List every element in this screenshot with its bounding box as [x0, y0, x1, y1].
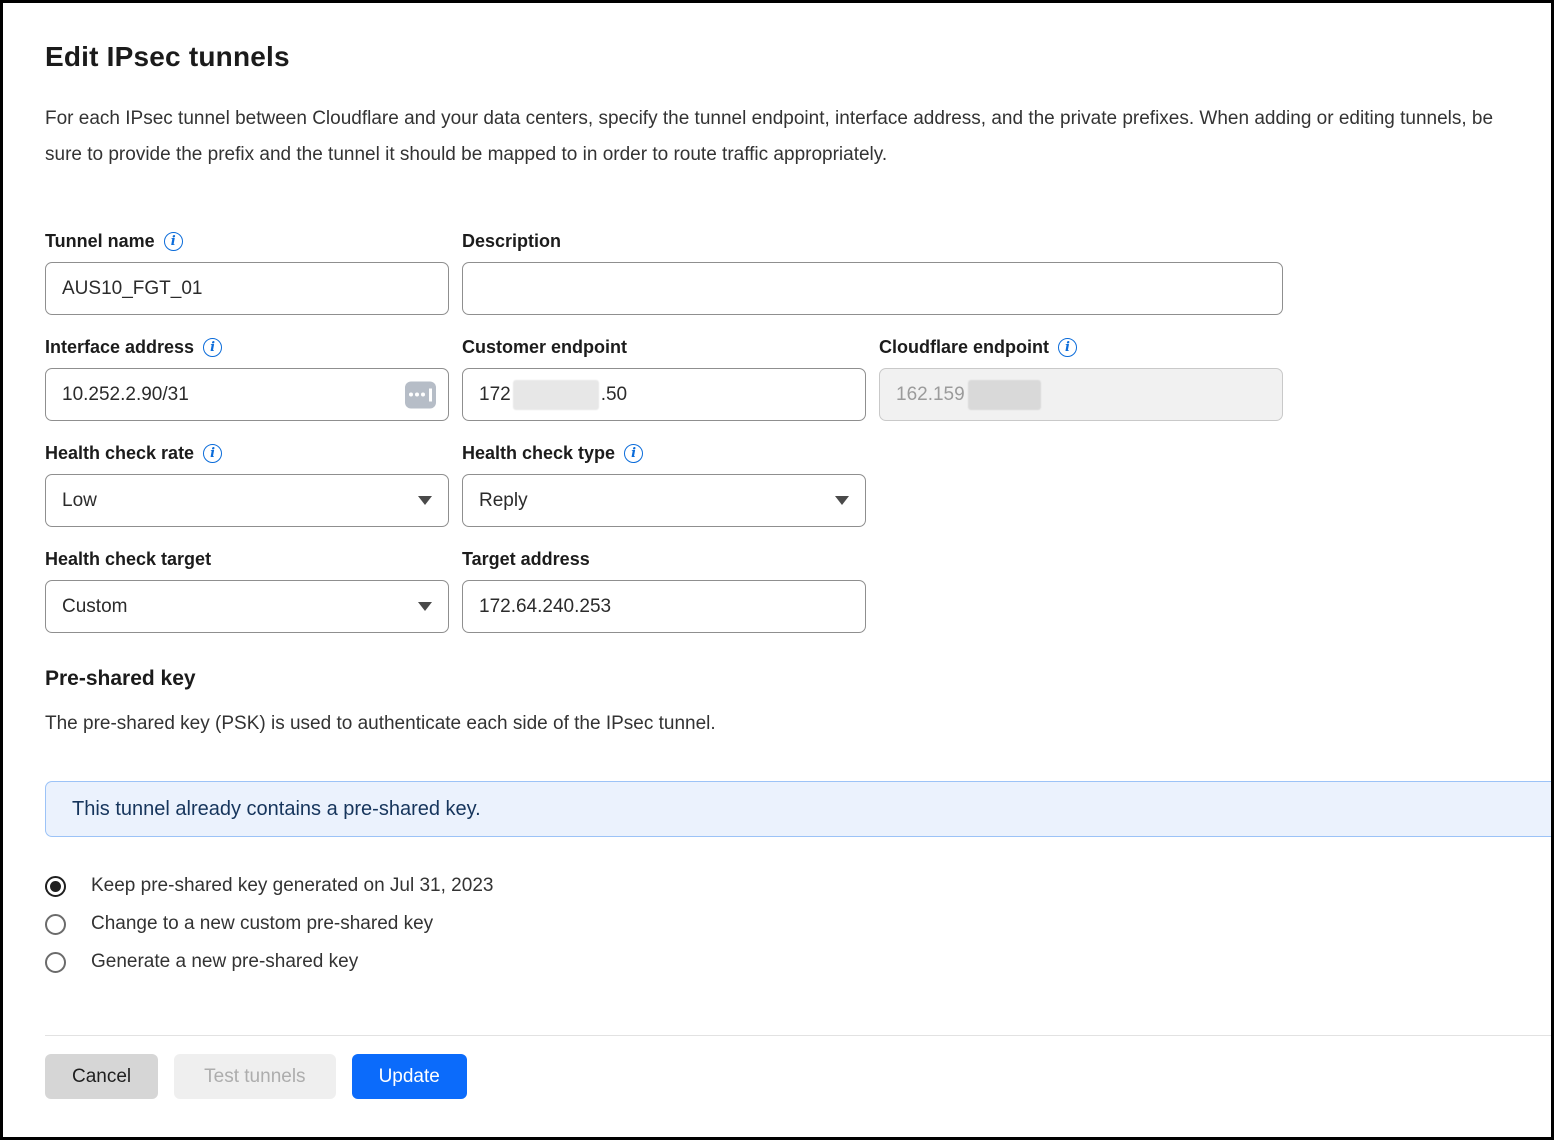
chevron-down-icon — [418, 496, 432, 505]
customer-endpoint-label-text: Customer endpoint — [462, 337, 627, 358]
tunnel-name-input[interactable] — [45, 262, 449, 315]
update-button[interactable]: Update — [352, 1054, 467, 1099]
cloudflare-endpoint-field: Cloudflare endpoint i 162.159 — [879, 335, 1283, 421]
psk-option-custom[interactable]: Change to a new custom pre-shared key — [45, 905, 1551, 943]
psk-description: The pre-shared key (PSK) is used to auth… — [45, 713, 1509, 735]
customer-endpoint-label: Customer endpoint — [462, 335, 866, 359]
cloudflare-endpoint-label-text: Cloudflare endpoint — [879, 337, 1049, 358]
health-check-type-value: Reply — [479, 490, 528, 512]
customer-endpoint-field: Customer endpoint 172 .50 — [462, 335, 866, 421]
customer-endpoint-input[interactable]: 172 .50 — [462, 368, 866, 421]
tunnel-name-field: Tunnel name i — [45, 229, 449, 315]
tunnel-form: Tunnel name i Description Interface addr… — [45, 229, 1509, 633]
health-check-rate-field: Health check rate i Low — [45, 441, 449, 527]
cloudflare-endpoint-label: Cloudflare endpoint i — [879, 335, 1283, 359]
health-check-type-field: Health check type i Reply — [462, 441, 866, 527]
text-suggestion-icon[interactable] — [405, 381, 436, 408]
description-label: Description — [462, 229, 1283, 253]
radio-unselected-icon[interactable] — [45, 952, 66, 973]
info-icon[interactable]: i — [203, 338, 222, 357]
redaction-box — [513, 380, 599, 410]
interface-address-input[interactable]: 10.252.2.90/31 — [45, 368, 449, 421]
interface-address-field: Interface address i 10.252.2.90/31 — [45, 335, 449, 421]
interface-address-label-text: Interface address — [45, 337, 194, 358]
footer-actions: Cancel Test tunnels Update — [45, 1054, 1551, 1099]
target-address-label-text: Target address — [462, 549, 590, 570]
health-check-rate-label-text: Health check rate — [45, 443, 194, 464]
interface-address-label: Interface address i — [45, 335, 449, 359]
health-check-rate-select[interactable]: Low — [45, 474, 449, 527]
info-icon[interactable]: i — [203, 444, 222, 463]
radio-unselected-icon[interactable] — [45, 914, 66, 935]
edit-ipsec-tunnels-dialog: { "page": { "title": "Edit IPsec tunnels… — [0, 0, 1554, 1140]
description-label-text: Description — [462, 231, 561, 252]
health-check-target-select[interactable]: Custom — [45, 580, 449, 633]
target-address-label: Target address — [462, 547, 866, 571]
target-address-input[interactable] — [462, 580, 866, 633]
info-icon[interactable]: i — [624, 444, 643, 463]
customer-endpoint-value-prefix: 172 — [479, 384, 511, 406]
psk-option-generate[interactable]: Generate a new pre-shared key — [45, 943, 1551, 981]
tunnel-name-label: Tunnel name i — [45, 229, 449, 253]
health-check-type-label: Health check type i — [462, 441, 866, 465]
description-field: Description — [462, 229, 1283, 315]
health-check-target-value: Custom — [62, 596, 127, 618]
psk-info-banner: This tunnel already contains a pre-share… — [45, 781, 1551, 837]
radio-selected-icon[interactable] — [45, 876, 66, 897]
psk-option-label: Keep pre-shared key generated on Jul 31,… — [91, 875, 493, 897]
chevron-down-icon — [418, 602, 432, 611]
page-title: Edit IPsec tunnels — [45, 41, 1509, 73]
redaction-box — [968, 380, 1041, 410]
health-check-target-field: Health check target Custom — [45, 547, 449, 633]
tunnel-name-label-text: Tunnel name — [45, 231, 155, 252]
description-input[interactable] — [462, 262, 1283, 315]
footer-divider — [45, 1035, 1551, 1036]
info-icon[interactable]: i — [164, 232, 183, 251]
health-check-target-label: Health check target — [45, 547, 449, 571]
target-address-field: Target address — [462, 547, 866, 633]
customer-endpoint-value-suffix: .50 — [601, 384, 627, 406]
psk-option-label: Generate a new pre-shared key — [91, 951, 358, 973]
psk-options: Keep pre-shared key generated on Jul 31,… — [45, 867, 1551, 981]
cloudflare-endpoint-input: 162.159 — [879, 368, 1283, 421]
interface-address-value: 10.252.2.90/31 — [62, 384, 189, 406]
psk-info-banner-text: This tunnel already contains a pre-share… — [72, 798, 481, 821]
psk-option-keep[interactable]: Keep pre-shared key generated on Jul 31,… — [45, 867, 1551, 905]
health-check-target-label-text: Health check target — [45, 549, 211, 570]
test-tunnels-button[interactable]: Test tunnels — [174, 1054, 335, 1099]
chevron-down-icon — [835, 496, 849, 505]
psk-option-label: Change to a new custom pre-shared key — [91, 913, 433, 935]
health-check-type-select[interactable]: Reply — [462, 474, 866, 527]
page-description: For each IPsec tunnel between Cloudflare… — [45, 101, 1509, 173]
info-icon[interactable]: i — [1058, 338, 1077, 357]
health-check-rate-label: Health check rate i — [45, 441, 449, 465]
cloudflare-endpoint-value-prefix: 162.159 — [896, 384, 965, 406]
health-check-rate-value: Low — [62, 490, 97, 512]
cancel-button[interactable]: Cancel — [45, 1054, 158, 1099]
health-check-type-label-text: Health check type — [462, 443, 615, 464]
psk-heading: Pre-shared key — [45, 667, 1509, 691]
